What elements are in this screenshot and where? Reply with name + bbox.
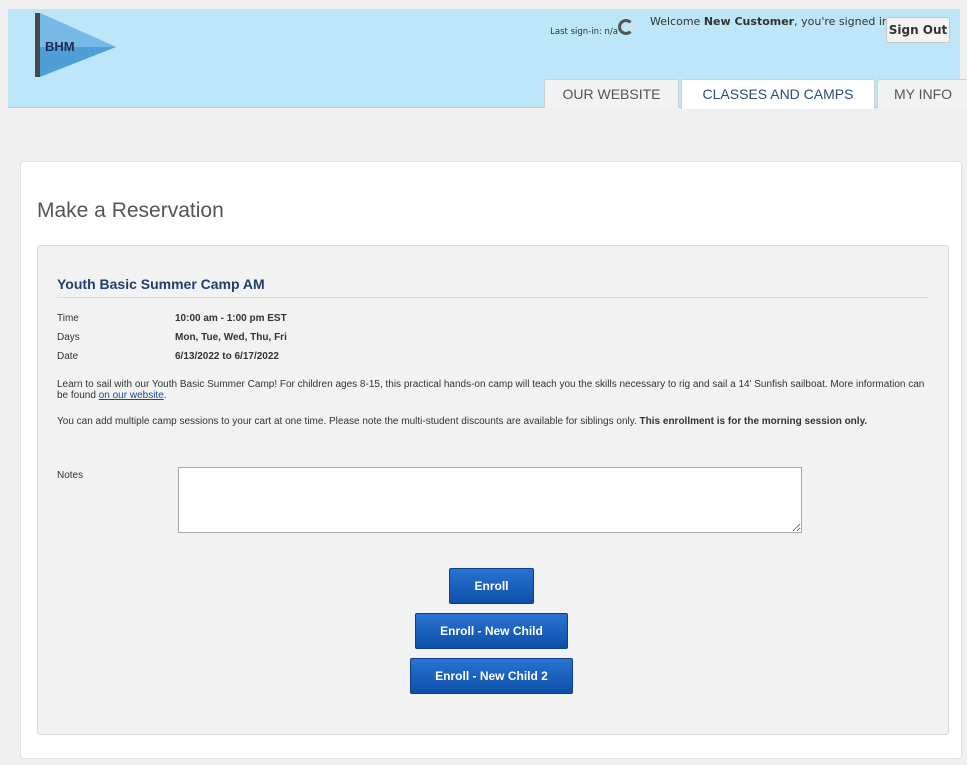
app-header: BHM Welcome New Customer, you're signed … bbox=[8, 9, 967, 109]
tab-our-website[interactable]: OUR WEBSITE bbox=[544, 79, 679, 108]
customer-name: New Customer bbox=[703, 15, 795, 28]
sign-out-button[interactable]: Sign Out bbox=[886, 17, 950, 43]
loading-spinner-icon bbox=[618, 19, 634, 35]
enroll-button[interactable]: Enroll bbox=[449, 568, 534, 604]
class-details-panel: Youth Basic Summer Camp AM Time 10:00 am… bbox=[37, 245, 949, 735]
detail-value: 10:00 am - 1:00 pm EST bbox=[175, 313, 287, 324]
bhm-logo[interactable]: BHM bbox=[32, 11, 126, 83]
last-signin: Last sign-in: n/a bbox=[550, 27, 618, 37]
page-title: Make a Reservation bbox=[37, 199, 224, 222]
welcome-prefix: Welcome bbox=[650, 15, 704, 28]
detail-value: Mon, Tue, Wed, Thu, Fri bbox=[175, 332, 287, 343]
svg-text:BHM: BHM bbox=[45, 39, 75, 54]
description-text: Learn to sail with our Youth Basic Summe… bbox=[57, 379, 925, 401]
welcome-suffix: , you're signed in bbox=[794, 15, 889, 28]
tab-classes-and-camps[interactable]: CLASSES AND CAMPS bbox=[681, 79, 875, 109]
note-text: You can add multiple camp sessions to yo… bbox=[57, 416, 640, 427]
detail-label: Date bbox=[57, 351, 79, 362]
class-title: Youth Basic Summer Camp AM bbox=[57, 276, 265, 292]
description-end: . bbox=[163, 390, 167, 401]
class-description: Learn to sail with our Youth Basic Summe… bbox=[57, 379, 927, 401]
enrollment-note: You can add multiple camp sessions to yo… bbox=[57, 416, 927, 427]
tab-my-info[interactable]: MY INFO bbox=[877, 79, 967, 108]
detail-value: 6/13/2022 to 6/17/2022 bbox=[175, 351, 279, 362]
website-link[interactable]: on our website bbox=[99, 390, 164, 401]
notes-label: Notes bbox=[57, 470, 84, 481]
detail-label: Days bbox=[57, 332, 80, 343]
welcome-message: Welcome New Customer, you're signed in bbox=[650, 15, 890, 28]
notes-textarea[interactable] bbox=[178, 467, 802, 533]
enroll-new-child-2-button[interactable]: Enroll - New Child 2 bbox=[410, 658, 573, 694]
detail-label: Time bbox=[57, 313, 79, 324]
title-divider bbox=[57, 297, 928, 298]
note-bold: This enrollment is for the morning sessi… bbox=[639, 416, 868, 427]
content-card: Make a Reservation Youth Basic Summer Ca… bbox=[20, 161, 962, 759]
enroll-new-child-button[interactable]: Enroll - New Child bbox=[415, 613, 568, 649]
